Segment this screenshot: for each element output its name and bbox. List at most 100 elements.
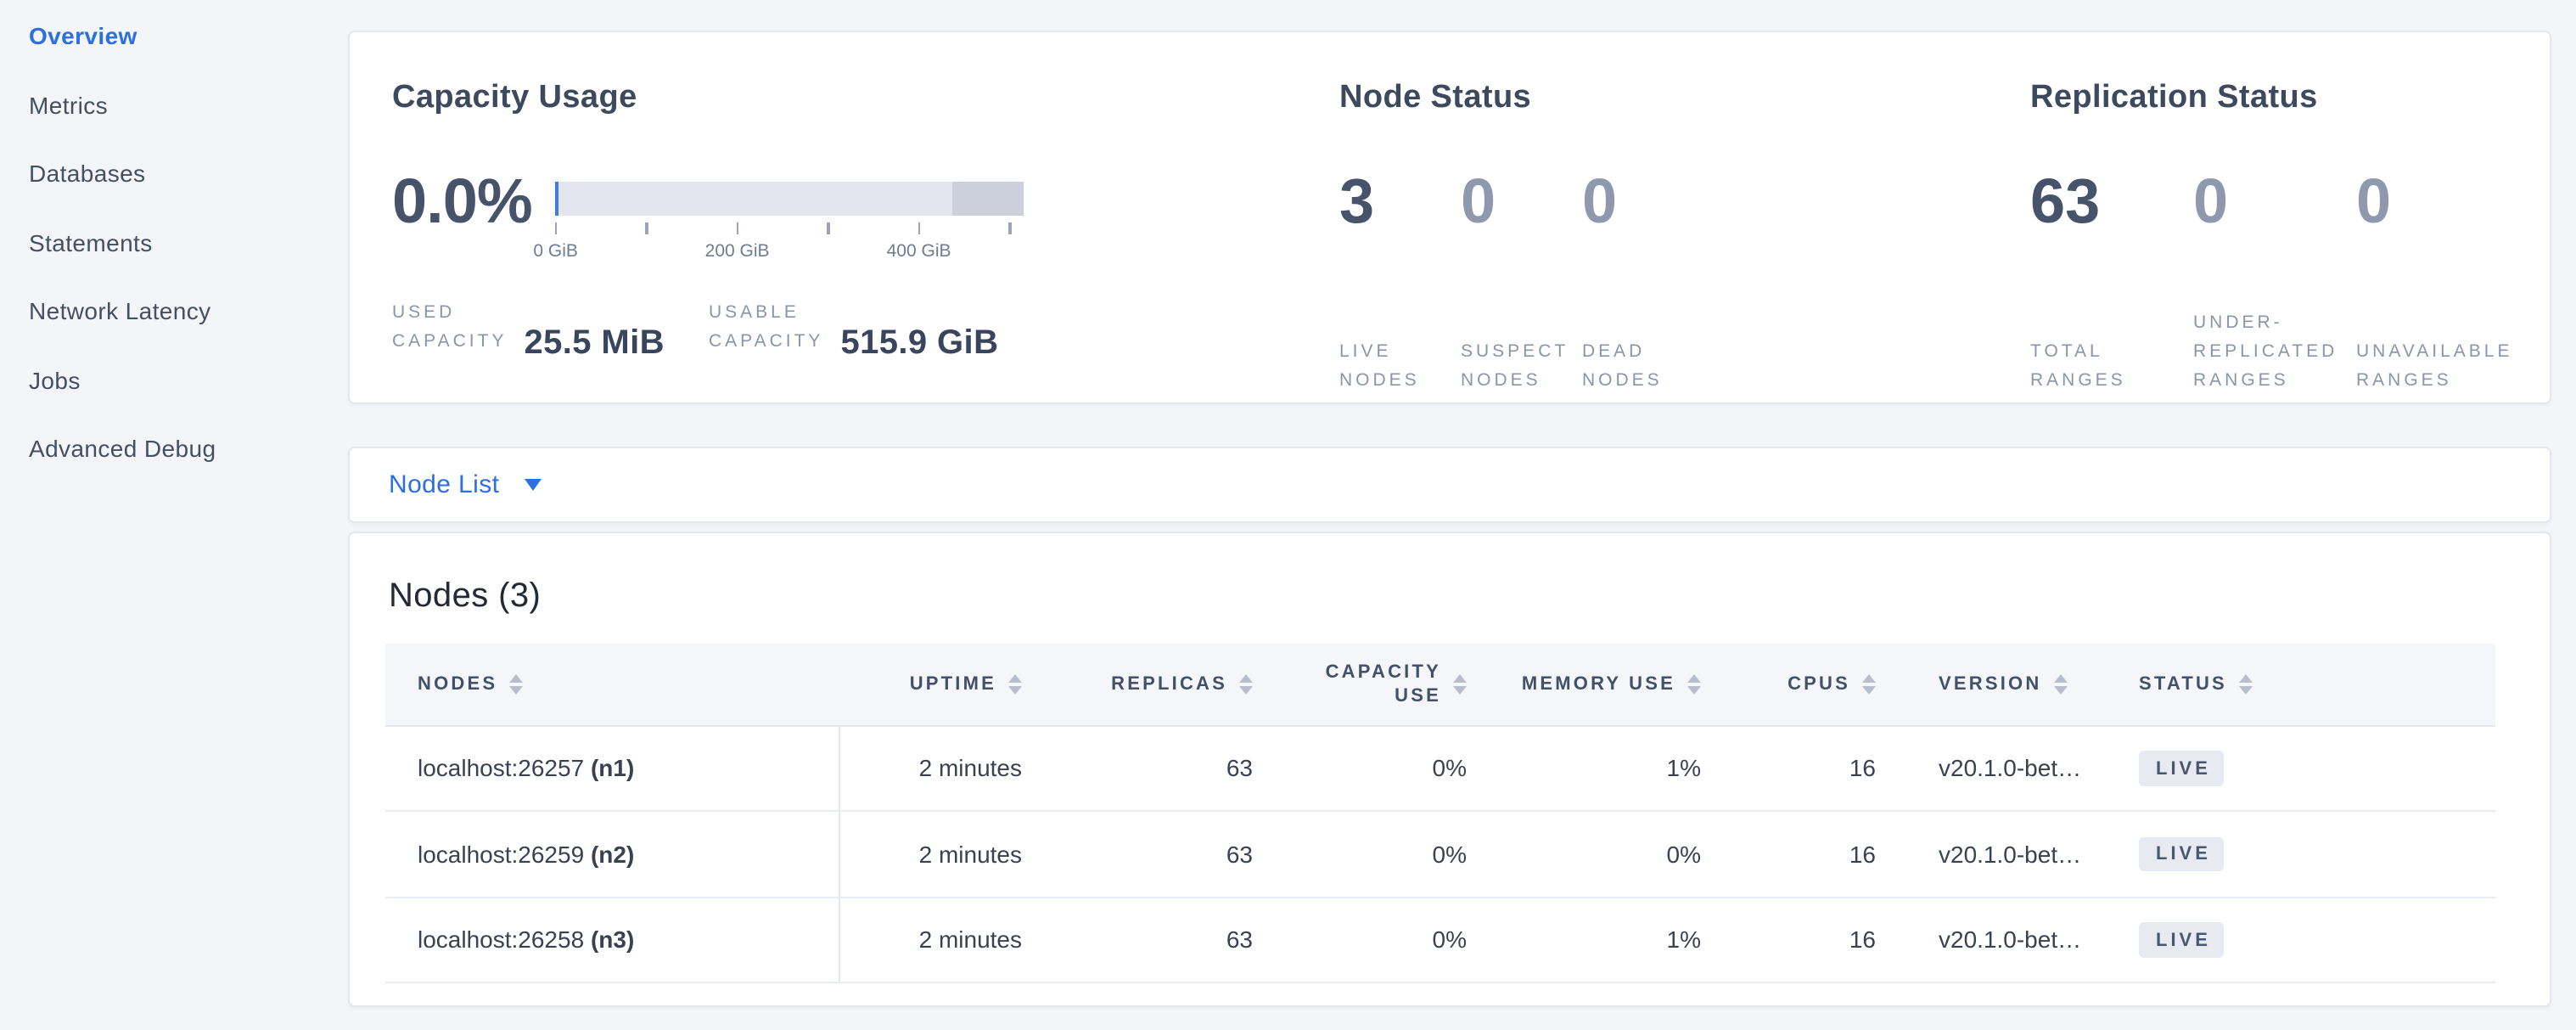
gauge-tick [777,222,879,241]
node-id: (n2) [591,841,634,868]
gauge-reserved-segment [951,182,1024,216]
sidebar-item[interactable]: Metrics [0,70,340,139]
replication-metric: 63 TOTAL RANGES [2030,170,2193,396]
cpus-cell: 16 [1718,725,1891,811]
table-row[interactable]: localhost:26259 (n2) 2 minutes 63 0% 0% … [385,811,2495,897]
status-badge: LIVE [2139,922,2225,957]
node-address-cell[interactable]: localhost:26257 (n1) [385,725,839,811]
metric-value: 0 [1582,170,1703,234]
status-cell: LIVE [2117,811,2495,897]
metric-label: UNAVAILABLE RANGES [2356,338,2519,396]
node-status-metric: 0 SUSPECT NODES [1461,170,1582,396]
column-header-replicas[interactable]: REPLICAS [1042,644,1268,725]
uptime-cell: 2 minutes [839,897,1042,982]
metric-label: DEAD NODES [1582,338,1703,396]
cluster-summary-card: Capacity Usage 0.0% 0 GiB [348,31,2551,404]
replication-status-title: Replication Status [2030,80,2519,117]
metric-label: TOTAL RANGES [2030,338,2193,396]
sidebar-item[interactable]: Advanced Debug [0,414,340,483]
cpus-cell: 16 [1718,811,1891,897]
sort-icon[interactable] [1453,674,1467,695]
sidebar-item[interactable]: Databases [0,139,340,208]
sort-icon[interactable] [1008,674,1022,695]
node-address-cell[interactable]: localhost:26258 (n3) [385,897,839,982]
gauge-tick-label: 400 GiB [887,241,951,262]
gauge-tick-mark [1008,222,1011,234]
metric-label: UNDER- REPLICATED RANGES [2193,309,2356,396]
version-cell: v20.1.0-bet… [1891,897,2117,982]
replicas-cell: 63 [1042,811,1268,897]
column-header-uptime[interactable]: UPTIME [839,644,1042,725]
column-header-status[interactable]: STATUS [2117,644,2495,725]
table-row[interactable]: localhost:26258 (n3) 2 minutes 63 0% 1% … [385,897,2495,982]
column-label: CAPACITY USE [1326,661,1441,708]
metric-value: 0 [2193,170,2356,234]
capacity-usage-panel: Capacity Usage 0.0% 0 GiB [392,80,1024,357]
sidebar-item[interactable]: Network Latency [0,277,340,346]
sort-icon[interactable] [1862,674,1876,695]
node-status-metric: 0 DEAD NODES [1582,170,1703,396]
column-label: REPLICAS [1111,673,1227,696]
metric-value: 0 [2356,170,2519,234]
capacity-stat-label: USED CAPACITY [392,299,507,357]
capacity-use-cell: 0% [1268,811,1480,897]
gauge-tick-mark [827,222,829,234]
memory-use-cell: 1% [1480,725,1718,811]
sidebar-item[interactable]: Jobs [0,346,340,414]
column-label: NODES [418,673,497,696]
node-status-title: Node Status [1339,80,1703,117]
replication-metric: 0 UNAVAILABLE RANGES [2356,170,2519,396]
gauge-tick [596,222,698,241]
column-label: MEMORY USE [1522,673,1675,696]
capacity-gauge-track [556,182,1024,216]
column-label: CPUS [1787,673,1850,696]
gauge-tick-label: 200 GiB [705,241,770,262]
replicas-cell: 63 [1042,725,1268,811]
memory-use-cell: 1% [1480,897,1718,982]
node-address-cell[interactable]: localhost:26259 (n2) [385,811,839,897]
metric-value: 3 [1339,170,1461,234]
column-label: STATUS [2139,673,2227,696]
sidebar-nav: Overview Metrics Databases Statements Ne… [0,2,340,483]
version-cell: v20.1.0-bet… [1891,725,2117,811]
sidebar-item[interactable]: Overview [0,2,340,70]
node-address: localhost:26259 [418,841,584,868]
replicas-cell: 63 [1042,897,1268,982]
version-cell: v20.1.0-bet… [1891,811,2117,897]
sort-icon[interactable] [509,674,523,695]
sort-icon[interactable] [2053,674,2067,695]
column-header-version[interactable]: VERSION [1891,644,2117,725]
status-badge: LIVE [2139,751,2225,785]
table-row[interactable]: localhost:26257 (n1) 2 minutes 63 0% 1% … [385,725,2495,811]
cpus-cell: 16 [1718,897,1891,982]
memory-use-cell: 0% [1480,811,1718,897]
column-label: UPTIME [910,673,996,696]
metric-value: 0 [1461,170,1582,234]
node-list-dropdown[interactable]: Node List [348,447,2551,523]
capacity-stat-label: USABLE CAPACITY [709,299,823,357]
admin-ui-overview-page: Overview Metrics Databases Statements Ne… [0,0,2576,1030]
sort-icon[interactable] [2239,674,2253,695]
capacity-usage-title: Capacity Usage [392,80,1024,117]
gauge-tick-mark [918,222,920,234]
sidebar-item[interactable]: Statements [0,208,340,277]
node-id: (n3) [591,926,634,954]
node-status-metric: 3 LIVE NODES [1339,170,1461,396]
capacity-stat-value: 25.5 MiB [524,326,665,360]
sort-icon[interactable] [1687,674,1701,695]
status-cell: LIVE [2117,725,2495,811]
capacity-stat-value: 515.9 GiB [840,326,998,360]
column-header-capacity-use[interactable]: CAPACITY USE [1268,644,1480,725]
column-header-cpus[interactable]: CPUS [1718,644,1891,725]
capacity-gauge: 0 GiB 200 GiB [556,182,1024,260]
metric-label: LIVE NODES [1339,338,1461,396]
column-header-nodes[interactable]: NODES [385,644,839,725]
gauge-tick [959,222,1061,241]
node-id: (n1) [591,755,634,782]
nodes-heading: Nodes (3) [389,577,2550,616]
metric-value: 63 [2030,170,2193,234]
gauge-tick: 0 GiB [505,222,607,262]
sort-icon[interactable] [1239,674,1253,695]
node-list-dropdown-label: Node List [389,470,499,499]
column-header-memory-use[interactable]: MEMORY USE [1480,644,1718,725]
